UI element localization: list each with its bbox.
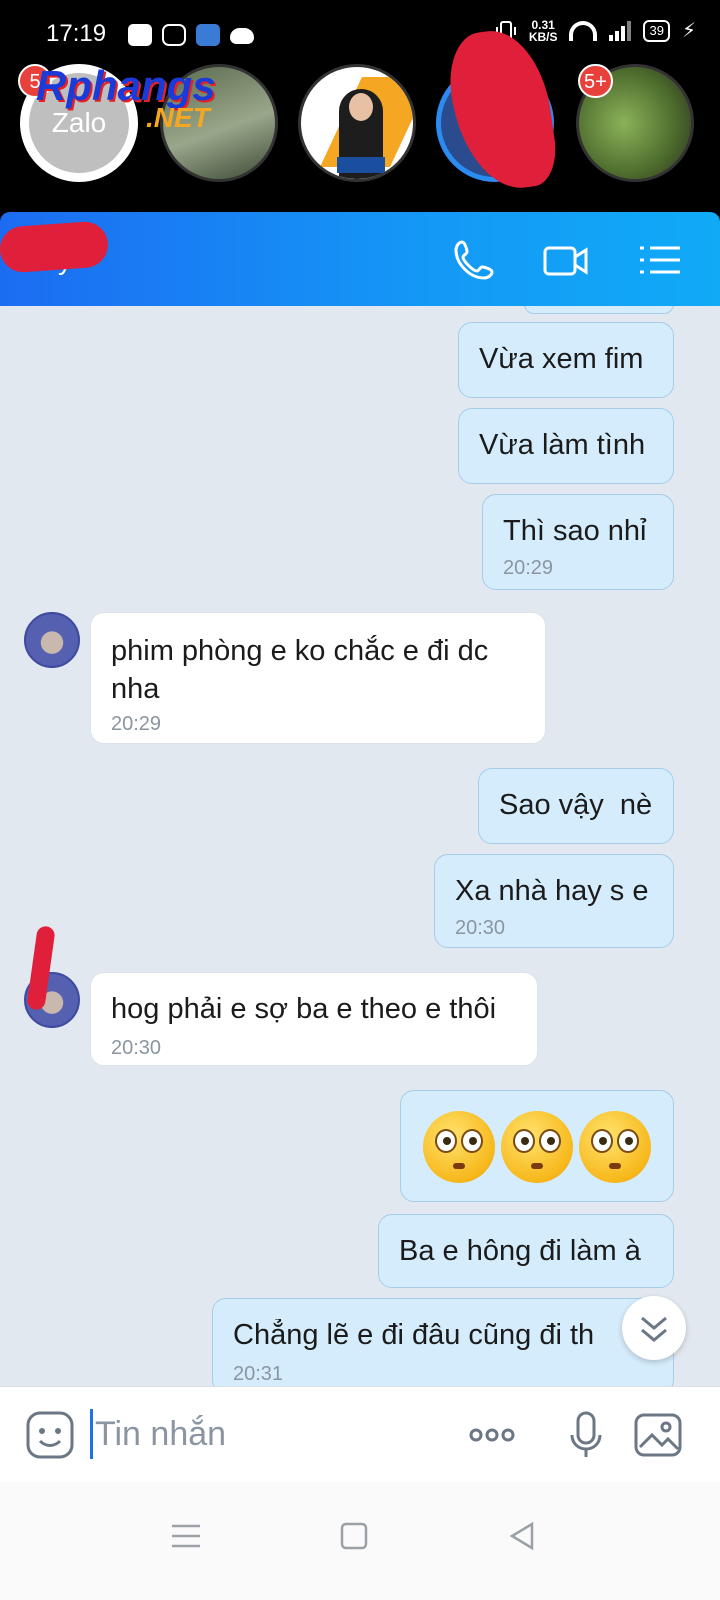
emoji-message-bubble[interactable] bbox=[400, 1090, 674, 1202]
wifi-icon bbox=[569, 20, 598, 41]
recent-apps-icon[interactable] bbox=[166, 1516, 206, 1556]
message-text: Vừa làm tình bbox=[479, 429, 646, 461]
message-time: 20:30 bbox=[111, 1037, 162, 1059]
microphone-icon[interactable] bbox=[560, 1409, 612, 1461]
message-text: Vừa xem fim bbox=[479, 343, 644, 375]
message-time: 20:29 bbox=[503, 557, 554, 579]
video-call-icon[interactable] bbox=[542, 236, 590, 284]
net-speed-unit: KB/S bbox=[528, 29, 558, 44]
flushed-face-emoji bbox=[579, 1111, 651, 1183]
message-text: nha bbox=[111, 673, 160, 705]
instagram-icon bbox=[162, 24, 186, 46]
system-navigation-bar bbox=[0, 1482, 720, 1600]
message-text: Sao vậy nè bbox=[499, 789, 653, 821]
status-bar: 17:19 0.31 KB/S 39 ⚡ bbox=[0, 0, 720, 70]
message-bubble[interactable]: Thì sao nhỉ 20:29 bbox=[482, 494, 674, 590]
composer-bar bbox=[0, 1386, 720, 1482]
charging-icon: ⚡ bbox=[681, 20, 696, 42]
message-time: 20:30 bbox=[455, 917, 506, 939]
avatar-graphic bbox=[349, 93, 373, 121]
net-speed: 0.31 KB/S bbox=[529, 19, 558, 43]
watermark-suffix: .NET bbox=[146, 102, 210, 133]
status-time: 17:19 bbox=[46, 20, 107, 47]
back-icon[interactable] bbox=[502, 1516, 542, 1556]
message-text: Chẳng lẽ e đi đâu cũng đi th bbox=[233, 1319, 595, 1351]
more-options-icon[interactable] bbox=[466, 1409, 518, 1461]
home-icon[interactable] bbox=[334, 1516, 374, 1556]
unread-badge: 5+ bbox=[578, 64, 613, 98]
system-icons: 0.31 KB/S 39 ⚡ bbox=[495, 18, 696, 43]
flushed-face-emoji bbox=[423, 1111, 495, 1183]
message-bubble-partial[interactable] bbox=[524, 306, 674, 314]
message-text: Thì sao nhỉ bbox=[503, 515, 647, 547]
message-text: Ba e hông đi làm à bbox=[399, 1235, 641, 1267]
sticker-icon[interactable] bbox=[24, 1409, 76, 1461]
phone-icon[interactable] bbox=[450, 236, 498, 284]
chat-head-avatar[interactable] bbox=[298, 64, 416, 182]
battery-icon: 39 bbox=[643, 19, 670, 42]
message-bubble[interactable]: Vừa xem fim bbox=[458, 322, 674, 398]
message-bubble[interactable]: Vừa làm tình bbox=[458, 408, 674, 484]
message-bubble[interactable]: Sao vậy nè bbox=[478, 768, 674, 844]
message-bubble[interactable]: Ba e hông đi làm à bbox=[378, 1214, 674, 1288]
redaction-mark bbox=[0, 220, 110, 274]
signal-icon bbox=[609, 20, 632, 41]
chat-header: y bbox=[0, 212, 720, 306]
message-time: 20:31 bbox=[233, 1363, 284, 1385]
list-menu-icon[interactable] bbox=[636, 236, 684, 284]
message-bubble[interactable]: Xa nhà hay s e 20:30 bbox=[434, 854, 674, 948]
chevron-double-down-icon bbox=[641, 1316, 667, 1342]
message-text: hog phải e sợ ba e theo e thôi bbox=[111, 993, 497, 1025]
contact-avatar[interactable] bbox=[24, 612, 80, 668]
avatar-graphic bbox=[337, 157, 385, 173]
message-list[interactable]: Vừa xem fim Vừa làm tình Thì sao nhỉ 20:… bbox=[0, 306, 720, 1386]
notification-icons bbox=[128, 24, 254, 46]
cloud-icon bbox=[230, 28, 254, 44]
image-icon[interactable] bbox=[632, 1409, 684, 1461]
net-speed-value: 0.31 bbox=[531, 17, 555, 32]
zalo-icon bbox=[128, 24, 152, 46]
hotspot-icon bbox=[196, 24, 220, 46]
message-bubble[interactable]: phim phòng e ko chắc e đi dc nha 20:29 bbox=[90, 612, 546, 744]
message-bubble[interactable]: hog phải e sợ ba e theo e thôi 20:30 bbox=[90, 972, 538, 1066]
message-bubble[interactable]: Chẳng lẽ e đi đâu cũng đi th 20:31 bbox=[212, 1298, 674, 1386]
message-text: Xa nhà hay s e bbox=[455, 875, 649, 907]
watermark: Rphangs .NET bbox=[36, 62, 216, 133]
message-input[interactable] bbox=[90, 1409, 450, 1459]
scroll-to-bottom-button[interactable] bbox=[622, 1296, 686, 1360]
flushed-face-emoji bbox=[501, 1111, 573, 1183]
message-text: phim phòng e ko chắc e đi dc bbox=[111, 635, 489, 667]
message-time: 20:29 bbox=[111, 713, 162, 735]
